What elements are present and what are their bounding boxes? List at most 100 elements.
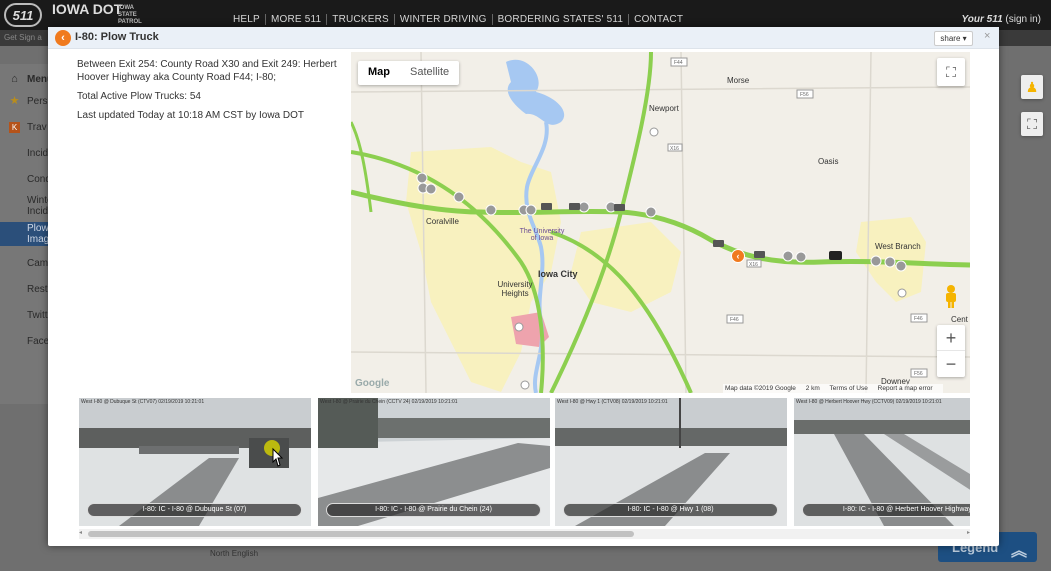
- pegman-icon[interactable]: [942, 284, 960, 308]
- menu-item-label: Twitt: [27, 310, 48, 321]
- shield-label: X16: [670, 146, 679, 152]
- nav-contact[interactable]: CONTACT: [628, 14, 688, 25]
- place-label: Coralville: [426, 217, 459, 226]
- sub-header-text: Get Sign a: [4, 33, 42, 42]
- menu-item-personal[interactable]: ★ Pers: [0, 90, 50, 114]
- plow-map[interactable]: F56 X16 X16 F46 F46 F56 F44 Map Satellit…: [351, 52, 970, 393]
- menu-item-rest-areas[interactable]: Rest: [0, 278, 50, 302]
- menu-item-label: Rest: [27, 284, 48, 295]
- sign-in-label: (sign in): [1005, 14, 1041, 25]
- nav-bordering-states[interactable]: BORDERING STATES' 511: [491, 14, 629, 25]
- zoom-out-button[interactable]: −: [937, 351, 965, 377]
- shield-label: F46: [730, 317, 739, 323]
- menu-item-twitter[interactable]: Twitt: [0, 304, 50, 328]
- satellite-tab[interactable]: Satellite: [400, 61, 459, 85]
- chevron-up-icon: ︽: [1010, 543, 1027, 560]
- place-label: Oasis: [818, 157, 839, 166]
- camera-caption: I-80: IC - I-80 @ Prairie du Chein (24): [326, 503, 541, 517]
- place-label: West Branch: [875, 242, 921, 251]
- top-nav: HELP MORE 511 TRUCKERS WINTER DRIVING BO…: [228, 14, 688, 25]
- camera-strip: West I-80 @ Dubuque St (CTV07) 02/19/201…: [79, 398, 970, 526]
- your-511-brand: Your 511: [961, 14, 1003, 25]
- map-scale: 2 km: [805, 385, 820, 392]
- camera-timestamp: West I-80 @ Herbert Hoover Hwy (CCTV09) …: [796, 399, 942, 405]
- nav-winter-driving[interactable]: WINTER DRIVING: [393, 14, 492, 25]
- nav-more-511[interactable]: MORE 511: [264, 14, 326, 25]
- map-tab[interactable]: Map: [358, 61, 400, 85]
- place-label: Iowa City: [538, 269, 578, 279]
- selected-plow-marker[interactable]: ‹: [731, 249, 745, 263]
- report-error-link[interactable]: Report a map error: [878, 385, 933, 392]
- sign-in-link[interactable]: Your 511 (sign in): [962, 14, 1042, 25]
- camera-caption: I-80: IC - I-80 @ Herbert Hoover Highway…: [802, 503, 970, 517]
- home-icon: ⌂: [11, 73, 18, 85]
- menu-item-conditions[interactable]: Cond: [0, 168, 50, 192]
- google-logo: Google: [355, 378, 390, 389]
- menu-item-label: Cam: [27, 258, 49, 269]
- star-icon: ★: [9, 95, 20, 107]
- camera-strip-scrollbar[interactable]: ◂ ▸: [79, 529, 970, 539]
- menu-item-traveler[interactable]: K Trav: [0, 116, 50, 140]
- place-label: Cent: [951, 315, 968, 324]
- iowa-dot-logo[interactable]: IOWA DOT: [52, 2, 122, 16]
- menu-item-label: Trav: [27, 122, 47, 133]
- terms-link[interactable]: Terms of Use: [830, 385, 868, 392]
- nav-truckers[interactable]: TRUCKERS: [326, 14, 394, 25]
- side-menu: ⌂ Menu ★ Pers K Trav Incid Cond Winte In…: [0, 64, 50, 404]
- map-fullscreen-button[interactable]: ⛶: [937, 58, 965, 86]
- pegman-icon: ♟: [1025, 79, 1039, 95]
- menu-item-cameras[interactable]: Cam: [0, 252, 50, 276]
- menu-item-plow-images[interactable]: Plow Imag: [0, 222, 50, 246]
- traveler-icon: K: [9, 122, 20, 133]
- menu-item-incidents[interactable]: Incid: [0, 142, 50, 166]
- map-type-control: Map Satellite: [358, 61, 460, 85]
- scroll-left-icon[interactable]: ◂: [79, 529, 82, 536]
- location-text: Between Exit 254: County Road X30 and Ex…: [77, 59, 337, 83]
- fullscreen-icon: ⛶: [946, 64, 956, 80]
- shield-label: F44: [674, 60, 683, 66]
- place-label: Newport: [649, 104, 679, 113]
- share-button[interactable]: share ▾: [934, 31, 973, 46]
- menu-item-facebook[interactable]: Face: [0, 330, 50, 354]
- shield-label: X16: [749, 262, 758, 268]
- camera-thumbnail[interactable]: West I-80 @ Prairie du Chein (CCTV 24) 0…: [318, 398, 550, 526]
- scrollbar-thumb[interactable]: [88, 531, 634, 537]
- menu-item-label: Plow Imag: [27, 223, 50, 245]
- menu-item-label: Winte Incid: [27, 195, 50, 217]
- shield-label: F46: [914, 316, 923, 322]
- place-label: University Heights: [497, 280, 533, 298]
- shield-label: F56: [800, 92, 809, 98]
- modal-header: ‹ I-80: Plow Truck share ▾ ×: [48, 27, 999, 49]
- plow-info: Between Exit 254: County Road X30 and Ex…: [77, 58, 352, 128]
- plow-truck-modal: ‹ I-80: Plow Truck share ▾ × Between Exi…: [48, 27, 999, 546]
- last-updated-text: Last updated Today at 10:18 AM CST by Io…: [77, 110, 304, 121]
- map-attribution: Map data ©2019 Google 2 km Terms of Use …: [723, 384, 943, 393]
- active-trucks-text: Total Active Plow Trucks: 54: [77, 91, 201, 102]
- menu-item-label: Incid: [27, 148, 49, 159]
- iowa-state-patrol-logo[interactable]: IOWA STATE PATROL: [118, 5, 148, 26]
- zoom-in-button[interactable]: +: [937, 325, 965, 351]
- 511-logo[interactable]: 511: [4, 3, 42, 27]
- close-icon[interactable]: ×: [984, 30, 990, 42]
- menu-item-menu[interactable]: ⌂ Menu: [0, 68, 50, 92]
- menu-item-label: Menu: [27, 74, 50, 85]
- map-data-credit: Map data ©2019 Google: [725, 385, 796, 392]
- menu-item-label: Face: [27, 336, 50, 347]
- plow-back-icon[interactable]: ‹: [55, 30, 71, 46]
- camera-thumbnail[interactable]: West I-80 @ Hwy 1 (CTV08) 02/19/2019 10:…: [555, 398, 787, 526]
- place-label: Morse: [727, 76, 750, 85]
- camera-thumbnail[interactable]: West I-80 @ Herbert Hoover Hwy (CCTV09) …: [794, 398, 970, 526]
- modal-title: I-80: Plow Truck: [75, 31, 159, 43]
- camera-caption: I-80: IC - I-80 @ Hwy 1 (08): [563, 503, 778, 517]
- camera-timestamp: West I-80 @ Dubuque St (CTV07) 02/19/201…: [81, 399, 205, 405]
- shield-label: F56: [914, 371, 923, 377]
- menu-item-winter-incidents[interactable]: Winte Incid: [0, 194, 50, 218]
- background-pegman-button[interactable]: ♟: [1021, 75, 1043, 99]
- nav-help[interactable]: HELP: [228, 14, 265, 25]
- place-label: The University of Iowa: [519, 228, 565, 242]
- zoom-control: + −: [937, 325, 965, 377]
- camera-timestamp: West I-80 @ Hwy 1 (CTV08) 02/19/2019 10:…: [557, 399, 668, 405]
- camera-caption: I-80: IC - I-80 @ Dubuque St (07): [87, 503, 302, 517]
- scroll-right-icon[interactable]: ▸: [967, 529, 970, 536]
- background-fullscreen-button[interactable]: ⛶: [1021, 112, 1043, 136]
